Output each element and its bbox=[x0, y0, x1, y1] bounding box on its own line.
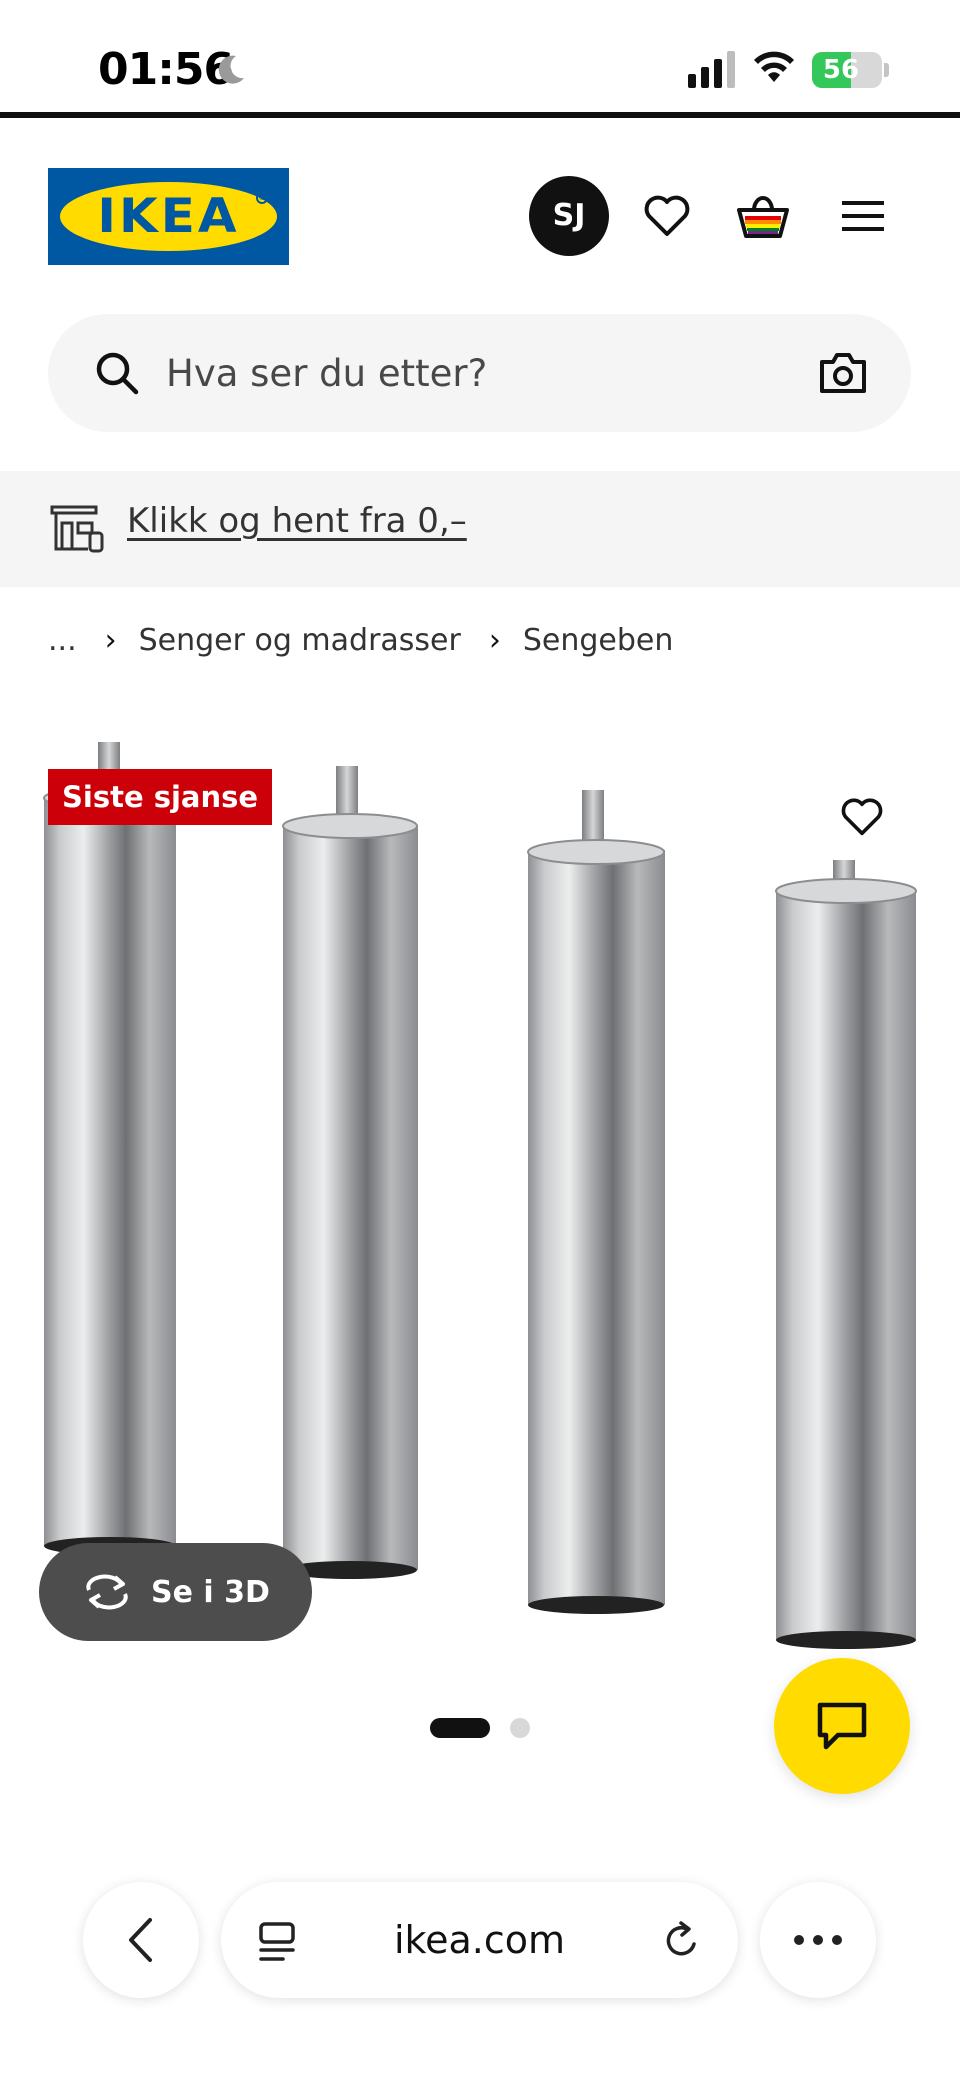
view-in-3d-button[interactable]: Se i 3D bbox=[39, 1543, 312, 1641]
address-bar[interactable]: ikea.com bbox=[221, 1882, 738, 1998]
chevron-right-icon: › bbox=[104, 622, 117, 658]
reload-icon[interactable] bbox=[661, 1920, 703, 1962]
chevron-right-icon: › bbox=[488, 622, 501, 658]
logo-text: IKEA bbox=[97, 188, 240, 244]
camera-icon[interactable] bbox=[818, 350, 868, 396]
store-pickup-icon bbox=[50, 505, 104, 553]
heart-icon bbox=[841, 798, 883, 836]
more-horizontal-icon bbox=[794, 1935, 842, 1945]
image-pagination bbox=[430, 1718, 530, 1738]
click-and-collect-banner: Klikk og hent fra 0,– bbox=[0, 471, 960, 587]
chat-bubble-icon bbox=[817, 1702, 867, 1750]
battery-indicator: 56 bbox=[812, 52, 882, 88]
favorites-button[interactable] bbox=[637, 186, 697, 246]
ikea-logo[interactable]: IKEA ® bbox=[48, 168, 289, 265]
moon-icon bbox=[218, 55, 244, 84]
registered-mark-icon: ® bbox=[256, 192, 268, 204]
product-image-bed-legs bbox=[43, 742, 917, 1649]
user-avatar[interactable]: SJ bbox=[529, 176, 609, 256]
rotate-3d-icon bbox=[86, 1574, 128, 1610]
battery-percentage: 56 bbox=[822, 55, 860, 85]
menu-button[interactable] bbox=[833, 186, 893, 246]
top-divider bbox=[0, 112, 960, 118]
chat-button[interactable] bbox=[774, 1658, 910, 1794]
bed-leg-4 bbox=[775, 860, 917, 1649]
breadcrumb: ... › Senger og madrasser › Sengeben bbox=[48, 620, 673, 660]
battery-tip bbox=[884, 63, 889, 77]
bed-leg-1 bbox=[43, 742, 177, 1555]
status-time: 01:56 bbox=[98, 44, 234, 95]
bed-leg-2 bbox=[282, 766, 418, 1579]
pagination-dot[interactable] bbox=[510, 1718, 530, 1738]
basket-button[interactable] bbox=[733, 186, 793, 246]
breadcrumb-ellipsis[interactable]: ... bbox=[48, 623, 77, 658]
bed-leg-3 bbox=[527, 790, 665, 1614]
view-in-3d-label: Se i 3D bbox=[151, 1574, 270, 1610]
breadcrumb-item-bed-legs[interactable]: Sengeben bbox=[523, 623, 674, 658]
wifi-icon bbox=[754, 51, 794, 82]
add-to-favorites-button[interactable] bbox=[836, 791, 888, 843]
browser-toolbar: ikea.com bbox=[0, 1840, 960, 2081]
chevron-left-icon bbox=[129, 1918, 152, 1962]
click-and-collect-link[interactable]: Klikk og hent fra 0,– bbox=[127, 501, 467, 541]
search-input[interactable] bbox=[166, 338, 766, 408]
heart-icon bbox=[644, 195, 690, 236]
search-bar[interactable] bbox=[48, 314, 911, 432]
pagination-dot-active[interactable] bbox=[430, 1718, 490, 1738]
status-bar: 01:56 56 bbox=[0, 0, 960, 114]
search-icon[interactable] bbox=[94, 350, 140, 396]
last-chance-badge: Siste sjanse bbox=[48, 769, 273, 825]
product-image-gallery[interactable]: Siste sjanse Se i 3D bbox=[0, 700, 960, 1794]
menu-icon bbox=[842, 201, 884, 231]
cellular-signal-icon bbox=[688, 51, 735, 88]
breadcrumb-item-beds-mattresses[interactable]: Senger og madrasser bbox=[139, 623, 461, 658]
browser-more-button[interactable] bbox=[760, 1882, 876, 1998]
browser-back-button[interactable] bbox=[83, 1882, 199, 1998]
basket-icon bbox=[737, 196, 789, 238]
